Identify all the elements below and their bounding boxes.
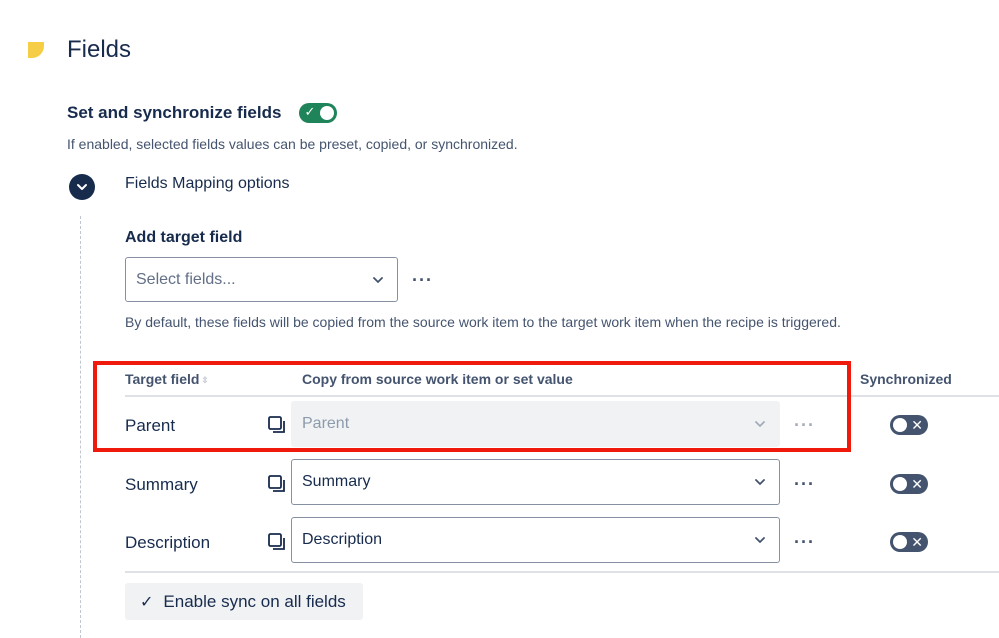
expand-mapping-button[interactable] [69,174,95,200]
mapping-guide-line [80,216,81,638]
toggle-knob [893,535,907,549]
close-icon: ✕ [911,476,923,492]
row-label-summary: Summary [125,475,198,494]
close-icon: ✕ [911,417,923,433]
set-sync-helper: If enabled, selected fields values can b… [67,136,518,152]
chevron-down-icon [751,473,769,491]
more-icon[interactable]: ··· [794,475,815,493]
summary-value: Summary [302,473,371,490]
close-icon: ✕ [911,534,923,550]
toggle-knob [893,477,907,491]
highlight-annotation-box [93,361,851,452]
column-header-synchronized: Synchronized [860,371,952,387]
check-icon: ✓ [140,593,154,611]
section-marker [28,42,44,58]
more-icon[interactable]: ··· [412,271,433,289]
description-value-select[interactable]: Description [291,517,780,563]
description-value: Description [302,531,383,548]
row-label-description: Description [125,533,211,552]
copy-icon[interactable] [268,533,286,551]
check-icon: ✓ [304,104,316,119]
page-title: Fields [67,36,132,63]
chevron-down-icon [77,184,87,190]
set-sync-label: Set and synchronize fields [67,103,282,122]
table-bottom-divider [125,571,999,573]
summary-value-select[interactable]: Summary [291,459,780,505]
add-target-label: Add target field [125,229,243,246]
chevron-down-icon [369,271,387,289]
mapping-options-label[interactable]: Fields Mapping options [125,175,290,193]
enable-sync-all-label: Enable sync on all fields [163,591,346,611]
toggle-knob [320,106,335,120]
parent-sync-toggle[interactable]: ✕ [890,415,928,435]
toggle-knob [893,418,907,432]
summary-sync-toggle[interactable]: ✕ [890,474,928,494]
description-sync-toggle[interactable]: ✕ [890,532,928,552]
more-icon[interactable]: ··· [794,533,815,551]
set-sync-toggle[interactable]: ✓ [299,103,338,123]
enable-sync-all-button[interactable]: ✓ Enable sync on all fields [125,583,363,620]
chevron-down-icon [751,531,769,549]
default-copy-note: By default, these fields will be copied … [125,314,841,330]
copy-icon[interactable] [268,475,286,493]
set-sync-row: Set and synchronize fields ✓ [67,103,338,123]
select-fields-dropdown[interactable]: Select fields... [125,257,398,302]
select-fields-placeholder: Select fields... [136,270,236,288]
